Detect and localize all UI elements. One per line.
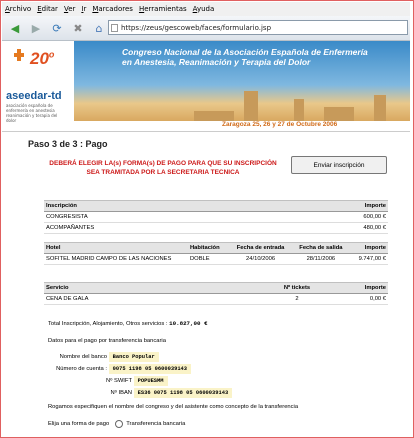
page-icon (111, 24, 118, 32)
association-tagline: asociación española de enfermería en ane… (6, 103, 58, 123)
menu-ayuda[interactable]: Ayuda (193, 5, 215, 13)
transfer-note: Rogamos especifiquen el nombre del congr… (48, 404, 299, 410)
column-header: Habitación (188, 242, 230, 254)
menu-herramientas[interactable]: Herramientas (139, 5, 187, 13)
payment-prompt: Elija una forma de pago (48, 421, 110, 427)
column-header: Nº tickets (265, 282, 329, 294)
navigation-toolbar: ◀ ▶ ⟳ ✖ ⌂ https://zeus/gescoweb/faces/fo… (2, 16, 410, 41)
edition-number: 20o (30, 49, 55, 68)
association-logo: aseedar-td (6, 90, 62, 102)
column-header: Fecha de salida (292, 242, 350, 254)
address-text: https://zeus/gescoweb/faces/formulario.j… (121, 24, 272, 32)
table-row: SOFITEL MADRID CAMPO DE LAS NACIONES DOB… (44, 253, 388, 265)
table-row: CONGRESISTA 600,00 € (44, 211, 388, 223)
account-number-row: Número de cuenta : 0075 1198 05 06000391… (52, 364, 192, 374)
building-shape (324, 107, 354, 121)
send-registration-button[interactable]: Enviar inscripción (291, 156, 387, 174)
menu-ir[interactable]: Ir (81, 5, 86, 13)
bank-name-row: Nombre del banco Banco Popular (52, 352, 159, 362)
column-header: Hotel (44, 242, 188, 254)
reload-icon[interactable]: ⟳ (49, 20, 65, 36)
menu-marcadores[interactable]: Marcadores (92, 5, 133, 13)
payment-option-label[interactable]: Transferencia bancaria (126, 421, 185, 427)
menu-bar: Archivo Editar Ver Ir Marcadores Herrami… (2, 2, 410, 16)
column-header: Importe (271, 200, 388, 212)
home-icon[interactable]: ⌂ (91, 20, 107, 36)
total-value: 10.827,00 € (169, 320, 208, 327)
registration-table: Inscripción Importe CONGRESISTA 600,00 €… (44, 200, 388, 234)
payment-warning: DEBERÁ ELEGIR LA(s) FORMA(s) DE PAGO PAR… (49, 160, 277, 176)
tower-shape (294, 99, 304, 121)
column-header: Inscripción (44, 200, 272, 212)
congress-banner: 20o aseedar-td asociación española de en… (2, 41, 410, 132)
services-table: Servicio Nº tickets Importe CENA DE GALA… (44, 282, 388, 305)
menu-archivo[interactable]: Archivo (5, 5, 31, 13)
hotel-table: Hotel Habitación Fecha de entrada Fecha … (44, 242, 388, 265)
back-arrow-icon[interactable]: ◀ (7, 20, 23, 36)
column-header: Servicio (44, 282, 265, 294)
congress-title: Congreso Nacional de la Asociación Españ… (122, 47, 368, 67)
bank-transfer-radio[interactable] (115, 420, 124, 428)
tower-shape (374, 95, 386, 121)
stop-icon[interactable]: ✖ (70, 20, 86, 36)
grand-total: Total Inscripción, Alojamiento, Otros se… (48, 320, 208, 327)
column-header: Importe (349, 242, 388, 254)
payment-method: Elija una forma de pago Transferencia ba… (48, 420, 185, 428)
menu-editar[interactable]: Editar (37, 5, 58, 13)
building-shape (194, 111, 234, 121)
cross-logo-icon (14, 49, 24, 61)
iban-row: Nº IBAN ES36 0075 1198 05 0600039143 (52, 388, 233, 398)
column-header: Fecha de entrada (229, 242, 293, 254)
column-header: Importe (329, 282, 388, 294)
swift-row: Nº SWIFT POPUESMM (52, 376, 168, 386)
address-bar[interactable]: https://zeus/gescoweb/faces/formulario.j… (108, 20, 408, 35)
congress-date: Zaragoza 25, 26 y 27 de Octubre 2006 (222, 121, 338, 128)
tower-shape (244, 91, 258, 121)
table-row: ACOMPAÑANTES 480,00 € (44, 222, 388, 234)
page-title: Paso 3 de 3 : Pago (28, 139, 108, 149)
menu-ver[interactable]: Ver (64, 5, 75, 13)
bank-transfer-intro: Datos para el pago por transferencia ban… (48, 338, 166, 344)
forward-arrow-icon[interactable]: ▶ (28, 20, 44, 36)
table-row: CENA DE GALA 2 0,00 € (44, 293, 388, 305)
